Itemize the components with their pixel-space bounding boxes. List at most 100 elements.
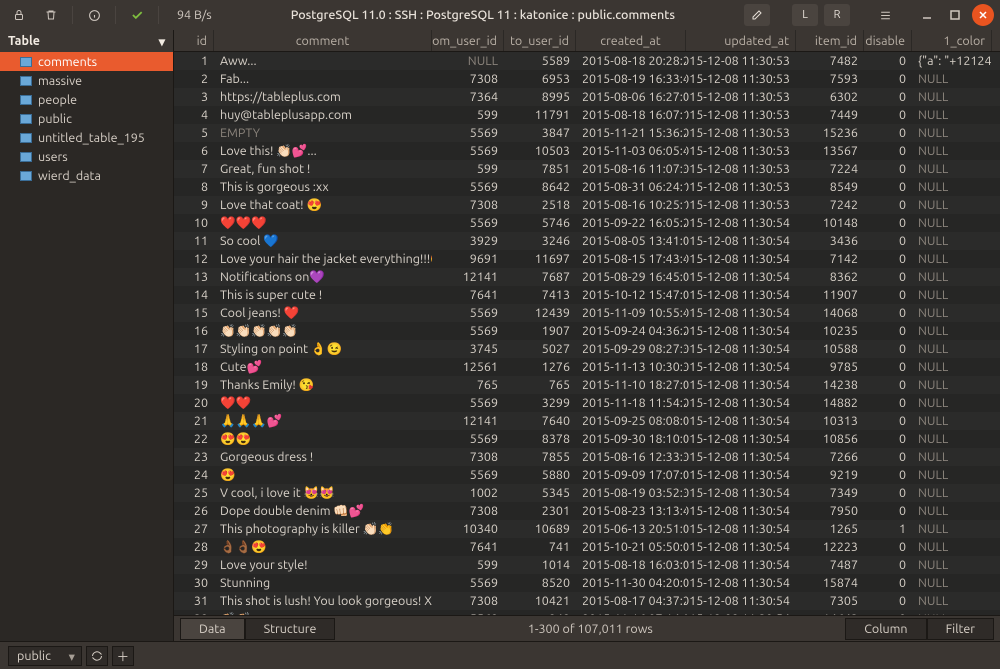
cell[interactable]: 3246 bbox=[504, 232, 576, 250]
cell[interactable]: NULL bbox=[912, 574, 992, 592]
cell[interactable]: 2015-08-17 04:37:21 bbox=[576, 592, 686, 610]
cell[interactable]: Notifications on💜 bbox=[214, 268, 432, 286]
cell[interactable]: 2015-12-08 11:30:54 bbox=[686, 376, 796, 394]
cell[interactable]: 2015-08-15 17:43:40 bbox=[576, 250, 686, 268]
cell[interactable]: 0 bbox=[864, 196, 912, 214]
cell[interactable]: 2015-12-08 11:30:53 bbox=[686, 106, 796, 124]
cell[interactable]: 11907 bbox=[796, 286, 864, 304]
pane-right-button[interactable]: R bbox=[824, 4, 850, 26]
cell[interactable]: 7308 bbox=[432, 196, 504, 214]
cell[interactable]: 12141 bbox=[432, 412, 504, 430]
col-item-id[interactable]: item_id bbox=[796, 30, 864, 51]
cell[interactable]: 7142 bbox=[796, 250, 864, 268]
cell[interactable]: 8642 bbox=[504, 178, 576, 196]
cell[interactable]: NULL bbox=[912, 502, 992, 520]
cell[interactable]: 1002 bbox=[432, 484, 504, 502]
cell[interactable]: 😍 bbox=[214, 466, 432, 484]
cell[interactable]: 8549 bbox=[796, 178, 864, 196]
cell[interactable]: NULL bbox=[912, 178, 992, 196]
cell[interactable]: Thanks Emily! 😘 bbox=[214, 376, 432, 394]
cell[interactable]: 5569 bbox=[432, 430, 504, 448]
table-row[interactable]: 28👌🏾👌🏾😍76417412015-10-21 05:50:062015-12… bbox=[174, 538, 1000, 556]
cell[interactable]: NULL bbox=[912, 394, 992, 412]
cell[interactable]: 10 bbox=[174, 214, 214, 232]
cell[interactable]: 2015-11-18 11:54:21 bbox=[576, 394, 686, 412]
cell[interactable]: NULL bbox=[912, 466, 992, 484]
cell[interactable]: 26 bbox=[174, 502, 214, 520]
cell[interactable]: 0 bbox=[864, 412, 912, 430]
cell[interactable]: 11 bbox=[174, 232, 214, 250]
cell[interactable]: NULL bbox=[912, 538, 992, 556]
cell[interactable]: NULL bbox=[912, 322, 992, 340]
cell[interactable]: 2015-12-08 11:30:54 bbox=[686, 232, 796, 250]
cell[interactable]: 9691 bbox=[432, 250, 504, 268]
cell[interactable]: 0 bbox=[864, 52, 912, 70]
cell[interactable]: 7224 bbox=[796, 160, 864, 178]
cell[interactable]: 2015-11-09 10:55:40 bbox=[576, 304, 686, 322]
cell[interactable]: 8 bbox=[174, 178, 214, 196]
cell[interactable]: 7349 bbox=[796, 484, 864, 502]
cell[interactable]: 21 bbox=[174, 412, 214, 430]
cell[interactable]: NULL bbox=[912, 358, 992, 376]
sidebar-item-public[interactable]: public bbox=[0, 109, 173, 128]
cell[interactable]: NULL bbox=[912, 340, 992, 358]
cell[interactable]: 2015-08-19 03:52:33 bbox=[576, 484, 686, 502]
cell[interactable]: 2015-09-29 08:27:34 bbox=[576, 340, 686, 358]
window-minimize[interactable] bbox=[916, 4, 938, 26]
cell[interactable]: 7449 bbox=[796, 106, 864, 124]
cell[interactable]: 2015-12-08 11:30:53 bbox=[686, 160, 796, 178]
cell[interactable]: 13567 bbox=[796, 142, 864, 160]
cell[interactable]: 😍😍 bbox=[214, 430, 432, 448]
cell[interactable]: 13 bbox=[174, 268, 214, 286]
refresh-icon[interactable] bbox=[86, 646, 108, 666]
cell[interactable]: 2015-08-16 12:33:39 bbox=[576, 448, 686, 466]
lock-icon[interactable] bbox=[6, 4, 32, 26]
cell[interactable]: 2 bbox=[174, 70, 214, 88]
cell[interactable]: V cool, i love it 😻😻 bbox=[214, 484, 432, 502]
cell[interactable]: 10689 bbox=[504, 520, 576, 538]
cell[interactable]: 741 bbox=[504, 538, 576, 556]
cell[interactable]: 0 bbox=[864, 304, 912, 322]
cell[interactable]: 0 bbox=[864, 574, 912, 592]
cell[interactable]: NULL bbox=[912, 412, 992, 430]
cell[interactable]: 7641 bbox=[432, 538, 504, 556]
table-body[interactable]: 1Aww...NULL55892015-08-18 20:28:232015-1… bbox=[174, 52, 1000, 615]
cell[interactable]: NULL bbox=[912, 268, 992, 286]
cell[interactable]: 7242 bbox=[796, 196, 864, 214]
table-row[interactable]: 3https://tableplus.com736489952015-08-06… bbox=[174, 88, 1000, 106]
table-row[interactable]: 21🙏🙏🙏💕1214176402015-09-25 08:08:022015-1… bbox=[174, 412, 1000, 430]
cell[interactable]: 5345 bbox=[504, 484, 576, 502]
cell[interactable]: 10340 bbox=[432, 520, 504, 538]
cell[interactable]: 3745 bbox=[432, 340, 504, 358]
cell[interactable]: 22 bbox=[174, 430, 214, 448]
table-row[interactable]: 15Cool jeans! ❤️5569124392015-11-09 10:5… bbox=[174, 304, 1000, 322]
cell[interactable]: 12141 bbox=[432, 268, 504, 286]
cell[interactable]: Love your style! bbox=[214, 556, 432, 574]
cell[interactable]: 2015-12-08 11:30:54 bbox=[686, 448, 796, 466]
cell[interactable]: NULL bbox=[912, 88, 992, 106]
cell[interactable]: 12561 bbox=[432, 358, 504, 376]
cell[interactable]: NULL bbox=[912, 70, 992, 88]
cell[interactable]: 2015-11-10 18:27:05 bbox=[576, 376, 686, 394]
cell[interactable]: 6 bbox=[174, 142, 214, 160]
cell[interactable]: 0 bbox=[864, 268, 912, 286]
table-row[interactable]: 23Gorgeous dress !730878552015-08-16 12:… bbox=[174, 448, 1000, 466]
cell[interactable]: 0 bbox=[864, 592, 912, 610]
window-close[interactable] bbox=[972, 4, 994, 26]
cell[interactable]: 8520 bbox=[504, 574, 576, 592]
table-row[interactable]: 1Aww...NULL55892015-08-18 20:28:232015-1… bbox=[174, 52, 1000, 70]
cell[interactable]: 2015-09-30 18:10:01 bbox=[576, 430, 686, 448]
cell[interactable]: 2015-11-21 15:36:27 bbox=[576, 124, 686, 142]
cell[interactable]: 0 bbox=[864, 232, 912, 250]
cell[interactable]: 7641 bbox=[432, 286, 504, 304]
cell[interactable]: 0 bbox=[864, 214, 912, 232]
cell[interactable]: 7487 bbox=[796, 556, 864, 574]
cell[interactable]: 2015-11-03 06:05:48 bbox=[576, 142, 686, 160]
table-row[interactable]: 30Stunning556985202015-11-30 04:20:04201… bbox=[174, 574, 1000, 592]
cell[interactable]: 5589 bbox=[504, 52, 576, 70]
cell[interactable]: So cool 💙 bbox=[214, 232, 432, 250]
cell[interactable]: 5569 bbox=[432, 304, 504, 322]
cell[interactable]: 9 bbox=[174, 196, 214, 214]
cell[interactable]: 5569 bbox=[432, 178, 504, 196]
table-row[interactable]: 5EMPTY556938472015-11-21 15:36:272015-12… bbox=[174, 124, 1000, 142]
